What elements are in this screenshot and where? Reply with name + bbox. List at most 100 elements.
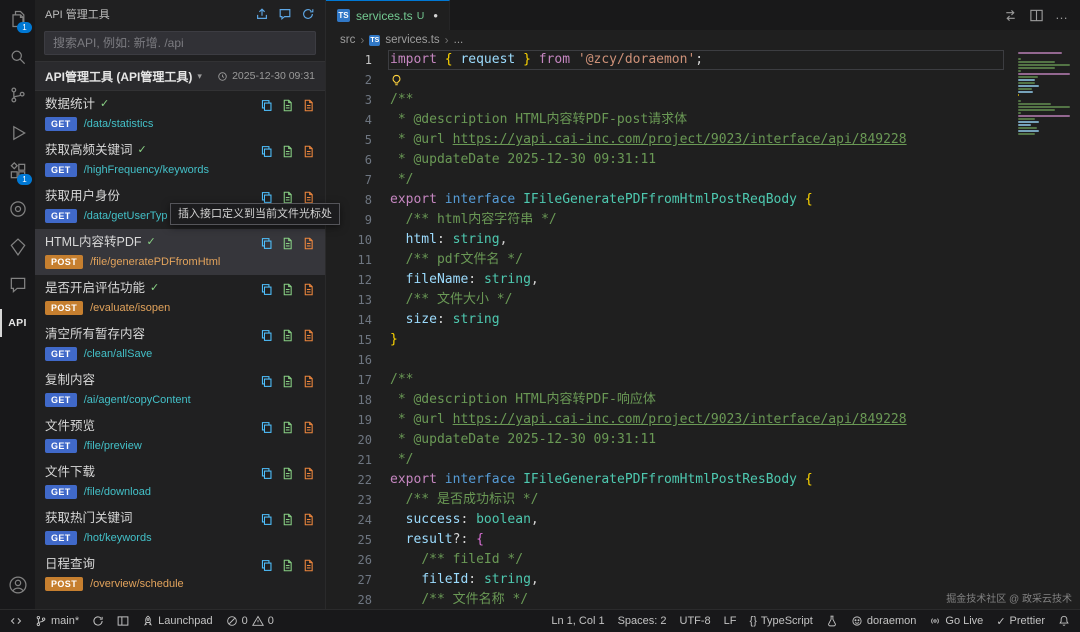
api-item[interactable]: 文件预览GET/file/preview [35,413,325,459]
insert-code-icon[interactable] [260,559,273,597]
code-line[interactable]: 12 fileName: string, [326,270,1008,290]
api-doc-icon[interactable] [302,329,315,367]
indentation[interactable]: Spaces: 2 [618,615,667,627]
search-input[interactable] [44,31,316,55]
api-item[interactable]: 数据统计✓GET/data/statistics [35,91,325,137]
insert-code-icon[interactable] [260,99,273,137]
code-line[interactable]: 19 * @url https://yapi.cai-inc.com/proje… [326,410,1008,430]
generate-file-icon[interactable] [281,145,294,183]
generate-file-icon[interactable] [281,559,294,597]
generate-file-icon[interactable] [281,283,294,321]
split-editor-icon[interactable] [1029,8,1044,23]
generate-file-icon[interactable] [281,421,294,459]
api-doc-icon[interactable] [302,513,315,551]
api-doc-icon[interactable] [302,99,315,137]
code-line[interactable]: 6 * @updateDate 2025-12-30 09:31:11 [326,150,1008,170]
api-doc-icon[interactable] [302,559,315,597]
code-line[interactable]: 23 /** 是否成功标识 */ [326,490,1008,510]
insert-code-icon[interactable] [260,145,273,183]
api-doc-icon[interactable] [302,375,315,413]
language-mode[interactable]: {} TypeScript [750,615,813,627]
insert-code-icon[interactable] [260,283,273,321]
breadcrumb-file[interactable]: services.ts [385,34,439,46]
api-item[interactable]: 复制内容GET/ai/agent/copyContent [35,367,325,413]
sync-button[interactable] [92,615,104,627]
breadcrumb-more[interactable]: ... [454,34,464,46]
encoding[interactable]: UTF-8 [680,615,711,627]
breadcrumb-root[interactable]: src [340,34,355,46]
activity-extension-kite[interactable] [0,228,35,266]
activity-run-debug[interactable] [0,114,35,152]
code-line[interactable]: 8export interface IFileGeneratePDFfromHt… [326,190,1008,210]
generate-file-icon[interactable] [281,467,294,505]
activity-explorer[interactable]: 1 [0,0,35,38]
compare-changes-icon[interactable] [1003,8,1018,23]
code-line[interactable]: 13 /** 文件大小 */ [326,290,1008,310]
activity-api-view[interactable]: API [0,304,35,342]
code-line[interactable]: 3/** [326,90,1008,110]
api-item[interactable]: 日程查询POST/overview/schedule [35,551,325,597]
code-line[interactable]: 2 [326,70,1008,90]
lightbulb-icon[interactable] [390,74,403,87]
code-line[interactable]: 25 result?: { [326,530,1008,550]
git-branch[interactable]: main* [35,615,79,627]
layout-button[interactable] [117,615,129,627]
code-line[interactable]: 16 [326,350,1008,370]
insert-code-icon[interactable] [260,513,273,551]
activity-test-target[interactable] [0,190,35,228]
code-line[interactable]: 4 * @description HTML内容转PDF-post请求体 [326,110,1008,130]
code-line[interactable]: 17/** [326,370,1008,390]
insert-code-icon[interactable] [260,375,273,413]
go-live-button[interactable]: Go Live [929,615,983,627]
api-doc-icon[interactable] [302,283,315,321]
code-line[interactable]: 26 /** fileId */ [326,550,1008,570]
activity-search[interactable] [0,38,35,76]
api-item[interactable]: 是否开启评估功能✓POST/evaluate/isopen [35,275,325,321]
api-doc-icon[interactable] [302,467,315,505]
code-line[interactable]: 21 */ [326,450,1008,470]
cursor-position[interactable]: Ln 1, Col 1 [551,615,604,627]
launchpad-button[interactable]: Launchpad [142,615,212,627]
api-item[interactable]: 文件下载GET/file/download [35,459,325,505]
code-line[interactable]: 27 fileId: string, [326,570,1008,590]
code-line[interactable]: 7 */ [326,170,1008,190]
code-line[interactable]: 14 size: string [326,310,1008,330]
activity-account[interactable] [0,566,35,604]
minimap[interactable] [1014,52,1078,610]
generate-file-icon[interactable] [281,99,294,137]
api-doc-icon[interactable] [302,145,315,183]
share-icon[interactable] [255,7,269,21]
tab-services-ts[interactable]: TS services.ts U ● [326,0,450,30]
modified-dot-icon[interactable]: ● [433,11,438,20]
api-item[interactable]: 清空所有暂存内容GET/clean/allSave [35,321,325,367]
prettier-button[interactable]: ✓ Prettier [996,615,1045,628]
generate-file-icon[interactable] [281,513,294,551]
code-line[interactable]: 11 /** pdf文件名 */ [326,250,1008,270]
api-doc-icon[interactable] [302,421,315,459]
more-actions-icon[interactable]: … [1055,10,1068,20]
activity-extensions[interactable]: 1 [0,152,35,190]
insert-code-icon[interactable] [260,421,273,459]
code-line[interactable]: 10 html: string, [326,230,1008,250]
activity-source-control[interactable] [0,76,35,114]
breadcrumb[interactable]: src › TS services.ts › ... [326,30,1080,50]
beaker-button[interactable] [826,615,838,627]
refresh-icon[interactable] [301,7,315,21]
problems-button[interactable]: 0 0 [226,615,274,627]
insert-code-icon[interactable] [260,329,273,367]
api-item[interactable]: 获取高频关键词✓GET/highFrequency/keywords [35,137,325,183]
generate-file-icon[interactable] [281,237,294,275]
code-line[interactable]: 15} [326,330,1008,350]
remote-indicator[interactable] [10,615,22,627]
feedback-icon[interactable] [278,7,292,21]
activity-chat[interactable] [0,266,35,304]
code-line[interactable]: 18 * @description HTML内容转PDF-响应体 [326,390,1008,410]
api-item[interactable]: 获取热门关键词GET/hot/keywords [35,505,325,551]
insert-code-icon[interactable] [260,467,273,505]
api-group-header[interactable]: API管理工具 (API管理工具) ▾ 2025-12-30 09:31 [35,61,325,91]
notifications-button[interactable] [1058,615,1070,627]
code-line[interactable]: 1import { request } from '@zcy/doraemon'… [326,50,1008,70]
code-line[interactable]: 22export interface IFileGeneratePDFfromH… [326,470,1008,490]
api-item[interactable]: HTML内容转PDF✓POST/file/generatePDFfromHtml [35,229,325,275]
code-line[interactable]: 9 /** html内容字符串 */ [326,210,1008,230]
